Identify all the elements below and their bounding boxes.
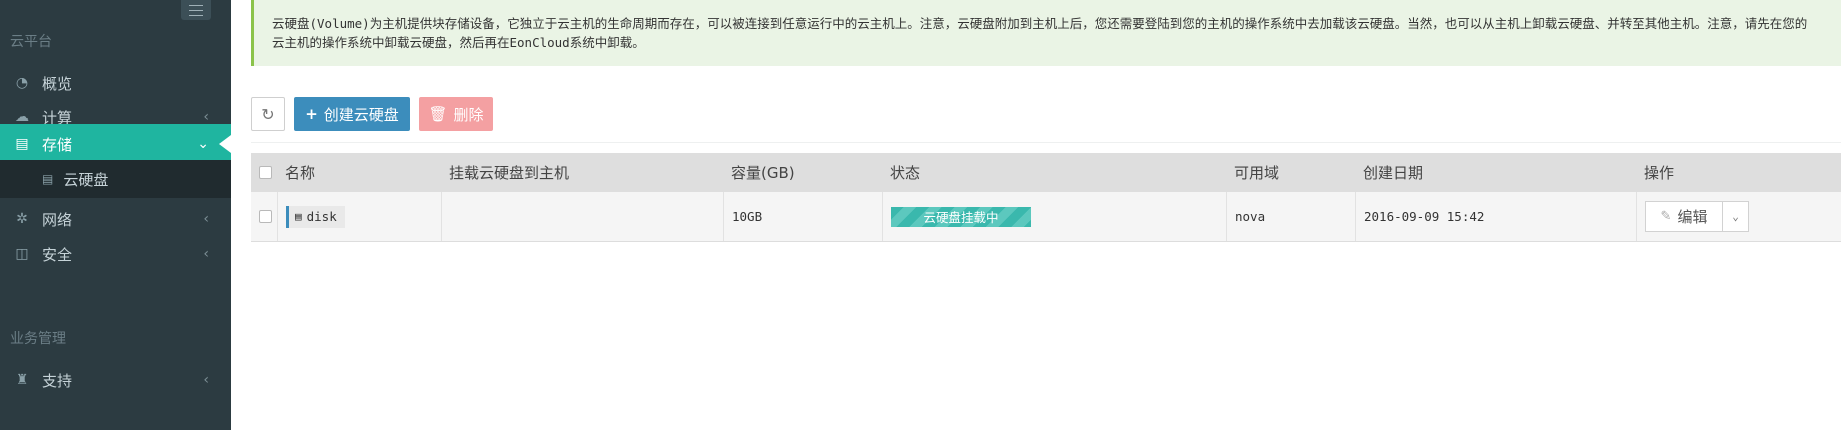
row-checkbox[interactable] xyxy=(259,210,272,223)
sidebar-item-volumes[interactable]: ▤ 云硬盘 xyxy=(0,160,231,198)
info-notice: 云硬盘(Volume)为主机提供块存储设备，它独立于云主机的生命周期而存在，可以… xyxy=(251,0,1841,66)
status-cell: 云硬盘挂载中 xyxy=(882,192,1226,241)
database-icon: ▤ xyxy=(15,136,29,152)
create-volume-label: 创建云硬盘 xyxy=(323,105,399,124)
network-icon: ✲ xyxy=(16,211,28,227)
sidebar-item-support[interactable]: ♜ 支持 ‹ xyxy=(0,360,231,400)
main-content: 云硬盘(Volume)为主机提供块存储设备，它独立于云主机的生命周期而存在，可以… xyxy=(231,0,1841,430)
sidebar-header-platform: 云平台 xyxy=(10,34,52,50)
column-header-actions: 操作 xyxy=(1644,164,1675,182)
column-header-created[interactable]: 创建日期 xyxy=(1355,153,1636,192)
sidebar: 云平台 ◔ 概览 ☁ 计算 ‹ ▤ 存储 ⌄ ▤ 云硬盘 ✲ 网络 ‹ ◫ 安全… xyxy=(0,0,231,430)
chevron-left-icon: ‹ xyxy=(203,211,209,227)
column-header-zone[interactable]: 可用域 xyxy=(1226,153,1355,192)
row-select-cell xyxy=(251,192,277,241)
sidebar-item-storage[interactable]: ▤ 存储 ⌄ xyxy=(0,124,231,164)
column-header-capacity[interactable]: 容量(GB) xyxy=(723,153,882,192)
table-header: 名称 挂载云硬盘到主机 容量(GB) 状态 可用域 创建日期 操作 xyxy=(251,153,1841,192)
database-icon: ▤ xyxy=(295,210,302,223)
zone-cell: nova xyxy=(1226,192,1355,241)
create-volume-button[interactable]: + 创建云硬盘 xyxy=(294,97,410,131)
sidebar-header-business: 业务管理 xyxy=(10,331,66,347)
name-cell: ▤ disk xyxy=(277,192,441,241)
column-header-name[interactable]: 名称 xyxy=(277,153,441,192)
edit-label: 编辑 xyxy=(1677,208,1708,226)
sidebar-item-label: 网络 xyxy=(42,210,73,229)
chevron-left-icon: ‹ xyxy=(203,109,209,125)
delete-button[interactable]: 🗑 删除 xyxy=(419,97,493,131)
volume-name-link[interactable]: ▤ disk xyxy=(286,205,345,228)
edit-button[interactable]: ✎ 编辑 xyxy=(1645,201,1723,232)
chevron-left-icon: ‹ xyxy=(203,246,209,262)
actions-cell: ✎ 编辑 ⌄ xyxy=(1636,192,1841,241)
support-icon: ♜ xyxy=(15,372,29,388)
sidebar-toggle-button[interactable] xyxy=(181,0,211,20)
cloud-icon: ☁ xyxy=(15,109,29,125)
shield-icon: ◫ xyxy=(15,246,29,262)
disk-icon: ▤ xyxy=(42,172,54,186)
refresh-icon: ↻ xyxy=(261,104,275,124)
delete-label: 删除 xyxy=(453,105,484,124)
refresh-button[interactable]: ↻ xyxy=(251,97,285,131)
attached-host-cell xyxy=(441,192,723,241)
sidebar-item-security[interactable]: ◫ 安全 ‹ xyxy=(0,234,231,274)
volume-name: disk xyxy=(306,209,337,224)
plus-icon: + xyxy=(305,105,318,123)
action-button-group: ✎ 编辑 ⌄ xyxy=(1645,201,1749,232)
sidebar-item-label: 支持 xyxy=(42,371,73,390)
chevron-down-icon: ⌄ xyxy=(1732,210,1739,223)
more-actions-dropdown[interactable]: ⌄ xyxy=(1723,201,1749,232)
divider xyxy=(251,142,1841,143)
volumes-table: 名称 挂载云硬盘到主机 容量(GB) 状态 可用域 创建日期 操作 ▤ disk… xyxy=(251,153,1841,242)
menu-icon xyxy=(189,4,203,16)
select-all-checkbox[interactable] xyxy=(259,166,272,179)
sidebar-item-label: 云硬盘 xyxy=(63,170,109,189)
edit-icon: ✎ xyxy=(1660,209,1672,224)
sidebar-item-label: 存储 xyxy=(42,135,73,154)
column-header-attached-host[interactable]: 挂载云硬盘到主机 xyxy=(441,153,723,192)
dashboard-icon: ◔ xyxy=(15,75,29,91)
status-badge: 云硬盘挂载中 xyxy=(891,206,1031,227)
capacity-cell: 10GB xyxy=(723,192,882,241)
sidebar-item-label: 概览 xyxy=(42,74,73,93)
column-header-status[interactable]: 状态 xyxy=(882,153,1226,192)
created-cell: 2016-09-09 15:42 xyxy=(1355,192,1636,241)
chevron-left-icon: ‹ xyxy=(203,372,209,388)
sidebar-item-label: 安全 xyxy=(42,245,73,264)
table-row: ▤ disk 10GB 云硬盘挂载中 nova 2016-09-09 15:42… xyxy=(251,192,1841,242)
select-all-cell xyxy=(251,153,277,192)
chevron-down-icon: ⌄ xyxy=(197,136,209,152)
trash-icon: 🗑 xyxy=(428,105,448,123)
sidebar-item-network[interactable]: ✲ 网络 ‹ xyxy=(0,199,231,239)
